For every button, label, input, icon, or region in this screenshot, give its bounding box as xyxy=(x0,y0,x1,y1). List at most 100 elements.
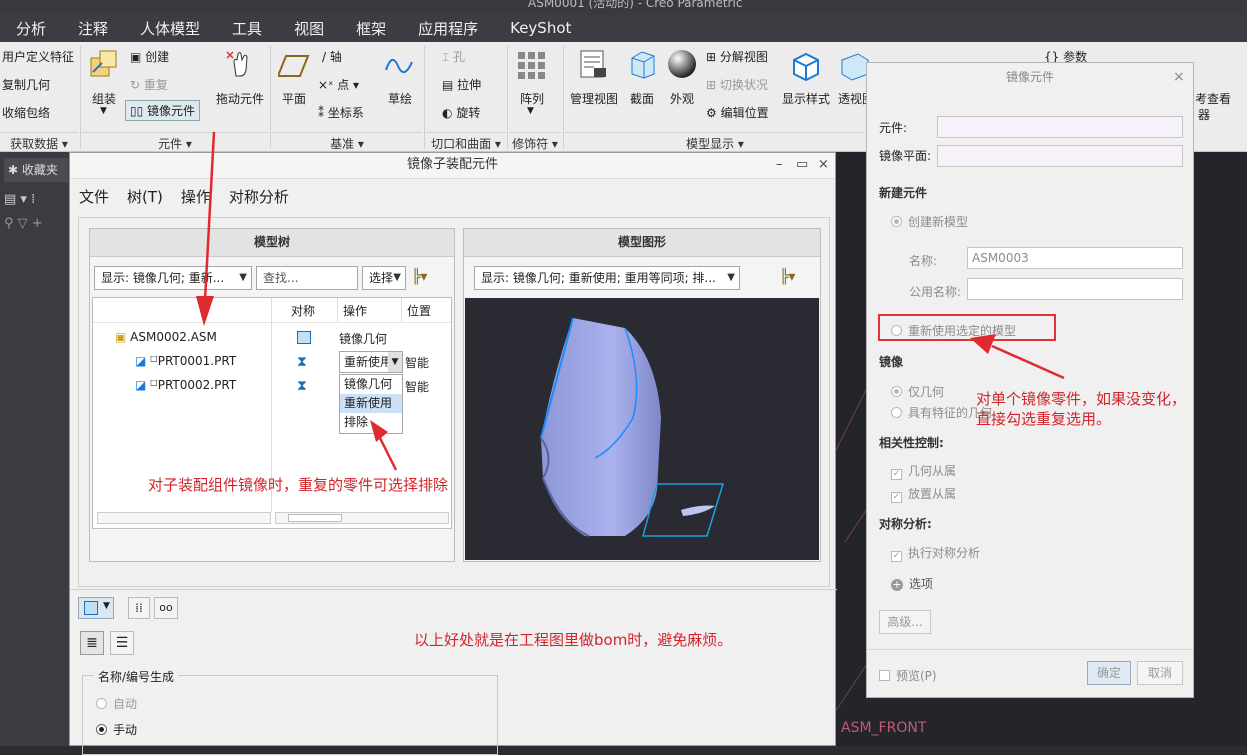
reference-viewer-label-1[interactable]: 考查看 xyxy=(1195,90,1231,107)
tree-toolbar-icon[interactable]: ▤ ▾ ⁞ xyxy=(4,192,35,207)
col-symmetry[interactable]: 对称 xyxy=(291,302,315,319)
manual-radio[interactable]: 手动 xyxy=(96,721,137,738)
filter-icon[interactable]: ⚲ ▽ + xyxy=(4,216,43,231)
axis-button[interactable]: / 轴 xyxy=(322,48,342,65)
group-label-model-display[interactable]: 模型显示 ▾ xyxy=(565,132,865,151)
symmetry-hourglass-icon[interactable]: ⧗ xyxy=(297,378,307,394)
perform-symmetry-checkbox[interactable]: ✓ 执行对称分析 xyxy=(891,544,980,562)
repeat-button[interactable]: ↻ 重复 xyxy=(130,76,168,93)
minimize-icon[interactable]: – xyxy=(776,157,783,172)
auto-radio[interactable]: 自动 xyxy=(96,695,137,712)
tree-select-combo[interactable]: 选择 ▼ xyxy=(362,266,406,290)
geometry-only-radio[interactable]: 仅几何 xyxy=(891,383,944,400)
list-view-icon[interactable]: ☰ xyxy=(110,631,134,655)
favorites-tab[interactable]: ✱ 收藏夹 xyxy=(4,158,68,182)
advanced-button[interactable]: 高级... xyxy=(879,610,931,634)
section-button[interactable]: 截面 xyxy=(630,90,654,107)
settings-tools-icon[interactable]: ╠▾ xyxy=(412,269,427,285)
udf-button[interactable]: 用户定义特征 xyxy=(2,48,74,65)
mirror-plane-input[interactable] xyxy=(937,145,1183,167)
settings-tools-icon[interactable]: ╠▾ xyxy=(780,269,795,285)
tree-row-prt0001[interactable]: ◪ □PRT0001.PRT xyxy=(135,354,236,368)
group-label-cut-surface[interactable]: 切口和曲面 ▾ xyxy=(426,132,506,151)
display-style-button[interactable]: 显示样式 xyxy=(782,90,830,107)
menu-operation[interactable]: 操作 xyxy=(172,186,220,207)
copy-geometry-button[interactable]: 复制几何 xyxy=(2,76,50,93)
tree-view-icon[interactable]: ⁞⁞ xyxy=(128,597,150,619)
assemble-button[interactable]: 组装 xyxy=(92,90,116,107)
tree-find-input[interactable]: 查找... xyxy=(256,266,358,290)
close-icon[interactable]: × xyxy=(818,157,829,172)
preview-checkbox[interactable]: 预览(P) xyxy=(879,667,937,684)
details-view-icon[interactable]: ≣ xyxy=(80,631,104,655)
col-operation[interactable]: 操作 xyxy=(343,302,367,319)
drag-components-button[interactable]: 拖动元件 xyxy=(216,90,264,107)
display-style-icon[interactable] xyxy=(790,50,822,82)
menu-tree[interactable]: 树(T) xyxy=(118,186,172,207)
manage-views-button[interactable]: 管理视图 xyxy=(570,90,618,107)
assemble-icon[interactable] xyxy=(88,48,120,80)
section-icon[interactable] xyxy=(626,48,658,80)
tab-human-model[interactable]: 人体模型 xyxy=(124,14,216,42)
reference-viewer-label-2[interactable]: 器 xyxy=(1198,106,1210,123)
col-position[interactable]: 位置 xyxy=(407,302,431,319)
shrinkwrap-button[interactable]: 收缩包络 xyxy=(2,104,50,121)
menu-symmetry-analysis[interactable]: 对称分析 xyxy=(220,186,298,207)
group-label-datum[interactable]: 基准 ▾ xyxy=(272,132,422,151)
symmetry-mirror-icon[interactable] xyxy=(297,331,311,344)
plane-button[interactable]: 平面 xyxy=(282,90,306,107)
option-mirror-geometry[interactable]: 镜像几何 xyxy=(340,375,402,394)
option-exclude[interactable]: 排除 xyxy=(340,413,402,432)
tree-hscrollbar-right[interactable] xyxy=(275,512,449,524)
reuse-selected-model-radio[interactable]: 重新使用选定的模型 xyxy=(891,322,1016,339)
component-input[interactable] xyxy=(937,116,1183,138)
operation-combo[interactable]: 重新使用 ▼ xyxy=(339,351,403,373)
tab-keyshot[interactable]: KeyShot xyxy=(494,14,587,42)
tree-display-combo[interactable]: 显示: 镜像几何; 重新... ▼ xyxy=(94,266,252,290)
explode-view-button[interactable]: ⊞ 分解视图 xyxy=(706,48,768,65)
group-label-modifiers[interactable]: 修饰符 ▾ xyxy=(509,132,561,151)
pattern-icon[interactable] xyxy=(516,50,548,82)
drag-hand-icon[interactable] xyxy=(224,48,256,80)
pattern-dropdown-icon[interactable]: ▼ xyxy=(527,106,534,116)
group-label-component[interactable]: 元件 ▾ xyxy=(82,132,268,151)
placement-dependent-checkbox[interactable]: ✓ 放置从属 xyxy=(891,485,956,503)
close-icon[interactable]: × xyxy=(1173,69,1185,85)
group-label-get-data[interactable]: 获取数据 ▾ xyxy=(0,132,78,151)
point-button[interactable]: ×ˣ 点 ▾ xyxy=(318,76,359,93)
extrude-button[interactable]: ▤ 拉伸 xyxy=(442,76,481,93)
pattern-button[interactable]: 阵列 xyxy=(520,90,544,107)
mirror-component-button[interactable]: ▯▯ 镜像元件 xyxy=(125,100,201,121)
edit-position-button[interactable]: ⚙ 编辑位置 xyxy=(706,104,769,121)
row-operation[interactable]: 镜像几何 xyxy=(339,330,387,347)
tab-analysis[interactable]: 分析 xyxy=(0,14,62,42)
maximize-icon[interactable]: ▭ xyxy=(796,157,808,172)
ok-button[interactable]: 确定 xyxy=(1087,661,1131,685)
tree-hscrollbar-left[interactable] xyxy=(97,512,271,524)
sketch-icon[interactable] xyxy=(384,50,416,82)
symmetry-hourglass-icon[interactable]: ⧗ xyxy=(297,354,307,370)
appearance-button[interactable]: 外观 xyxy=(670,90,694,107)
csys-button[interactable]: ⁑ 坐标系 xyxy=(318,104,364,121)
options-expander[interactable]: + 选项 xyxy=(891,575,933,592)
hole-button[interactable]: ⌶ 孔 xyxy=(442,48,465,65)
tab-tools[interactable]: 工具 xyxy=(216,14,278,42)
menu-file[interactable]: 文件 xyxy=(70,186,118,207)
glasses-icon[interactable]: oo xyxy=(154,597,178,619)
assemble-dropdown-icon[interactable]: ▼ xyxy=(100,106,107,116)
option-reuse[interactable]: 重新使用 xyxy=(340,394,402,413)
tree-row-asm0002[interactable]: ▣ ASM0002.ASM xyxy=(115,330,217,344)
model-preview-viewport[interactable] xyxy=(465,298,819,560)
tab-annotate[interactable]: 注释 xyxy=(62,14,124,42)
create-button[interactable]: ▣ 创建 xyxy=(130,48,169,65)
name-input[interactable]: ASM0003 xyxy=(967,247,1183,269)
layout-toggle-button[interactable]: ▼ xyxy=(78,597,114,619)
appearance-icon[interactable] xyxy=(666,48,698,80)
create-new-model-radio[interactable]: 创建新模型 xyxy=(891,213,968,230)
cancel-button[interactable]: 取消 xyxy=(1137,661,1183,685)
tab-view[interactable]: 视图 xyxy=(278,14,340,42)
manage-views-icon[interactable] xyxy=(578,48,610,80)
tree-row-prt0002[interactable]: ◪ □PRT0002.PRT xyxy=(135,378,236,392)
common-name-input[interactable] xyxy=(967,278,1183,300)
graphic-display-combo[interactable]: 显示: 镜像几何; 重新使用; 重用等同项; 排... ▼ xyxy=(474,266,740,290)
